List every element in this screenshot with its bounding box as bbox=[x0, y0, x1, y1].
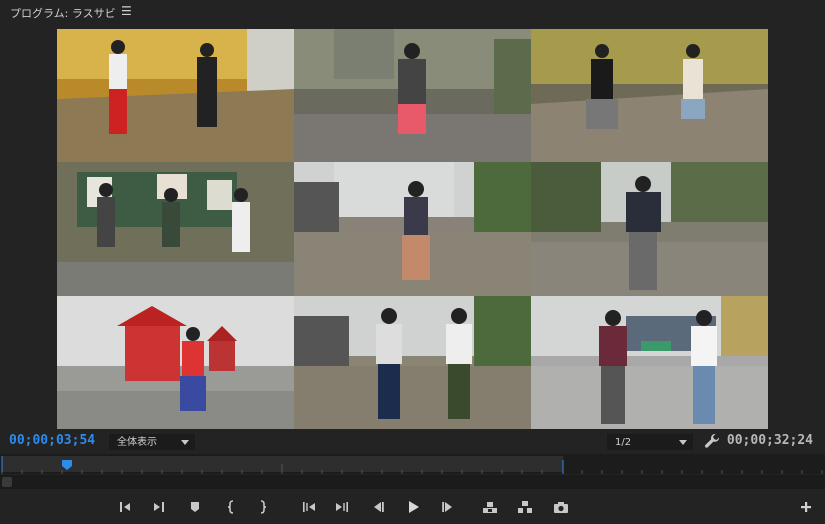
play-icon bbox=[409, 501, 419, 513]
current-timecode[interactable]: 00;00;03;54 bbox=[9, 433, 95, 448]
panel-title[interactable]: プログラム: ラスサビ bbox=[10, 5, 116, 21]
zoom-level-value: 全体表示 bbox=[117, 437, 157, 448]
hamburger-menu-icon[interactable]: ☰ bbox=[121, 4, 132, 18]
go-to-in-icon bbox=[303, 502, 315, 512]
playhead-handle[interactable] bbox=[62, 460, 72, 470]
mark-out-icon bbox=[154, 502, 164, 512]
export-frame-button[interactable] bbox=[550, 496, 572, 518]
mark-out-brace-button[interactable] bbox=[252, 496, 274, 518]
video-frame-5 bbox=[294, 162, 531, 296]
playback-resolution-value: 1/2 bbox=[615, 437, 632, 448]
video-frame-9 bbox=[531, 296, 768, 429]
mark-in-icon bbox=[120, 502, 130, 512]
step-forward-button[interactable] bbox=[437, 496, 459, 518]
zoom-level-select[interactable]: 全体表示 bbox=[109, 434, 195, 450]
multicam-video-grid[interactable] bbox=[57, 29, 768, 429]
lift-icon bbox=[483, 502, 497, 513]
panel-header: プログラム: ラスサビ ☰ bbox=[0, 0, 825, 24]
mark-in-brace-icon bbox=[227, 500, 234, 514]
chevron-down-icon bbox=[679, 440, 687, 445]
camera-icon bbox=[554, 502, 568, 513]
mark-out-button[interactable] bbox=[148, 496, 170, 518]
play-button[interactable] bbox=[402, 496, 424, 518]
video-frame-7 bbox=[57, 296, 294, 429]
chevron-down-icon bbox=[181, 440, 189, 445]
video-frame-1 bbox=[57, 29, 294, 162]
video-frame-4 bbox=[57, 162, 294, 296]
video-frame-2 bbox=[294, 29, 531, 162]
ruler-ticks bbox=[1, 456, 823, 474]
step-back-button[interactable] bbox=[367, 496, 389, 518]
go-to-out-icon bbox=[336, 502, 348, 512]
step-forward-icon bbox=[442, 502, 452, 512]
mark-in-button[interactable] bbox=[114, 496, 136, 518]
transport-controls bbox=[0, 496, 825, 518]
add-marker-button[interactable] bbox=[184, 496, 206, 518]
lift-button[interactable] bbox=[479, 496, 501, 518]
extract-icon bbox=[518, 501, 532, 513]
mark-in-brace-button[interactable] bbox=[220, 496, 242, 518]
zoom-scrollbar[interactable] bbox=[0, 475, 825, 489]
video-frame-6 bbox=[531, 162, 768, 296]
button-editor-add-button[interactable] bbox=[795, 496, 817, 518]
zoom-scrollbar-thumb[interactable] bbox=[2, 477, 12, 487]
time-ruler[interactable] bbox=[0, 454, 825, 474]
mark-out-brace-icon bbox=[260, 500, 267, 514]
plus-icon bbox=[801, 502, 811, 512]
settings-wrench-icon[interactable] bbox=[704, 433, 720, 449]
go-to-in-button[interactable] bbox=[298, 496, 320, 518]
step-back-icon bbox=[374, 502, 384, 512]
add-marker-icon bbox=[191, 502, 199, 512]
playback-resolution-select[interactable]: 1/2 bbox=[607, 434, 693, 450]
video-frame-8 bbox=[294, 296, 531, 429]
go-to-out-button[interactable] bbox=[331, 496, 353, 518]
video-frame-3 bbox=[531, 29, 768, 162]
extract-button[interactable] bbox=[514, 496, 536, 518]
duration-timecode: 00;00;32;24 bbox=[726, 433, 813, 448]
